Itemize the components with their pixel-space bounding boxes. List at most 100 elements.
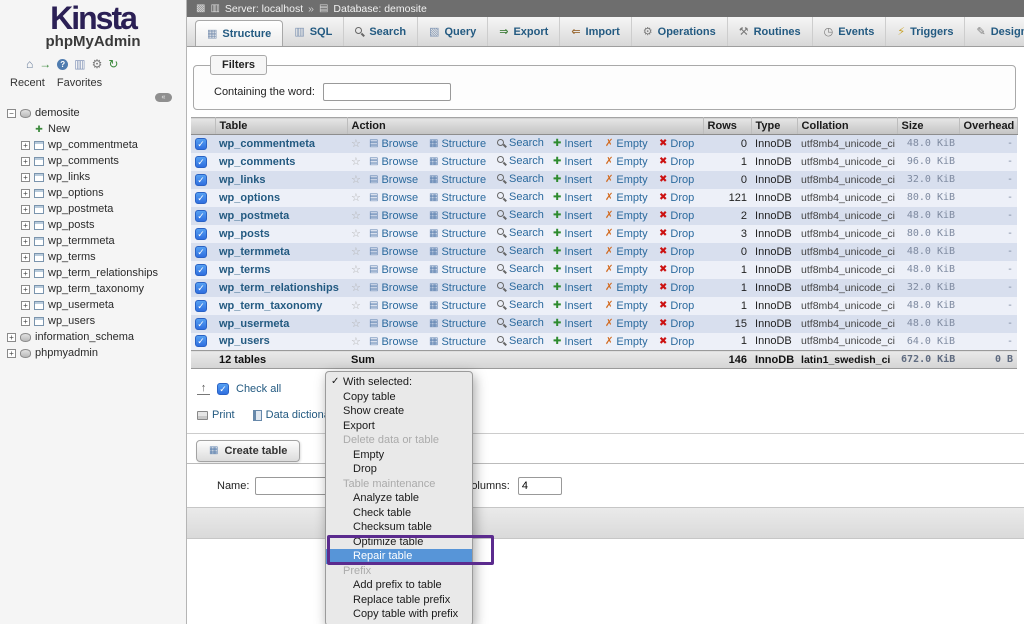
action-insert-link[interactable]: ✚Insert (553, 138, 592, 150)
table-name-link[interactable]: wp_terms (219, 264, 270, 276)
tree-item-wp-comments[interactable]: +wp_comments (0, 153, 186, 169)
expand-icon[interactable]: + (21, 189, 30, 198)
row-checkbox[interactable]: ✓ (195, 335, 207, 347)
action-drop-link[interactable]: ✖Drop (659, 192, 694, 204)
row-checkbox[interactable]: ✓ (195, 228, 207, 240)
row-checkbox[interactable]: ✓ (195, 138, 207, 150)
action-structure-link[interactable]: ▦Structure (429, 138, 486, 150)
action-structure-link[interactable]: ▦Structure (429, 210, 486, 222)
favorite-star-icon[interactable]: ☆ (351, 318, 361, 330)
tree-item-wp-links[interactable]: +wp_links (0, 169, 186, 185)
table-name-link[interactable]: wp_commentmeta (219, 138, 315, 150)
expand-icon[interactable]: + (21, 221, 30, 230)
recent-link[interactable]: Recent (10, 77, 45, 89)
col-header-rows[interactable]: Rows (703, 118, 751, 135)
action-insert-link[interactable]: ✚Insert (553, 210, 592, 222)
action-browse-link[interactable]: ▤Browse (369, 246, 418, 258)
favorites-link[interactable]: Favorites (57, 77, 102, 89)
action-structure-link[interactable]: ▦Structure (429, 282, 486, 294)
action-browse-link[interactable]: ▤Browse (369, 336, 418, 348)
menu-item-analyze-table[interactable]: Analyze table (326, 491, 472, 506)
row-checkbox[interactable]: ✓ (195, 282, 207, 294)
action-structure-link[interactable]: ▦Structure (429, 336, 486, 348)
action-empty-link[interactable]: ✗Empty (605, 138, 648, 150)
help-icon[interactable]: ? (57, 59, 68, 70)
row-checkbox[interactable]: ✓ (195, 264, 207, 276)
action-empty-link[interactable]: ✗Empty (605, 300, 648, 312)
table-name-link[interactable]: wp_posts (219, 228, 270, 240)
action-insert-link[interactable]: ✚Insert (553, 336, 592, 348)
favorite-star-icon[interactable]: ☆ (351, 156, 361, 168)
col-header-size[interactable]: Size (897, 118, 959, 135)
favorite-star-icon[interactable]: ☆ (351, 246, 361, 258)
action-search-link[interactable]: Search (497, 335, 544, 347)
tab-operations[interactable]: ⚙Operations (632, 17, 728, 46)
favorite-star-icon[interactable]: ☆ (351, 300, 361, 312)
tab-export[interactable]: ⇒Export (488, 17, 560, 46)
tab-sql[interactable]: ▥SQL (283, 17, 344, 46)
menu-item-check-table[interactable]: Check table (326, 506, 472, 521)
menu-item-with-selected[interactable]: ✓With selected: (326, 375, 472, 390)
tab-query[interactable]: ▧Query (418, 17, 488, 46)
col-header-table[interactable]: Table (215, 118, 347, 135)
tab-import[interactable]: ⇐Import (560, 17, 631, 46)
menu-item-optimize-table[interactable]: Optimize table (326, 535, 472, 550)
favorite-star-icon[interactable]: ☆ (351, 192, 361, 204)
col-header-type[interactable]: Type (751, 118, 797, 135)
expand-icon[interactable]: + (21, 157, 30, 166)
menu-item-empty[interactable]: Empty (326, 448, 472, 463)
tree-item-wp-posts[interactable]: +wp_posts (0, 217, 186, 233)
action-browse-link[interactable]: ▤Browse (369, 264, 418, 276)
action-structure-link[interactable]: ▦Structure (429, 246, 486, 258)
action-drop-link[interactable]: ✖Drop (659, 264, 694, 276)
action-search-link[interactable]: Search (497, 155, 544, 167)
check-all-checkbox[interactable]: ✓ (217, 383, 229, 395)
row-checkbox[interactable]: ✓ (195, 318, 207, 330)
action-browse-link[interactable]: ▤Browse (369, 156, 418, 168)
action-drop-link[interactable]: ✖Drop (659, 282, 694, 294)
tree-item-wp-postmeta[interactable]: +wp_postmeta (0, 201, 186, 217)
action-insert-link[interactable]: ✚Insert (553, 156, 592, 168)
action-browse-link[interactable]: ▤Browse (369, 282, 418, 294)
action-insert-link[interactable]: ✚Insert (553, 282, 592, 294)
action-browse-link[interactable]: ▤Browse (369, 174, 418, 186)
tab-structure[interactable]: ▦Structure (195, 20, 283, 46)
action-search-link[interactable]: Search (497, 281, 544, 293)
menu-item-export[interactable]: Export (326, 419, 472, 434)
table-name-link[interactable]: wp_term_relationships (219, 282, 339, 294)
menu-item-copy-table[interactable]: Copy table (326, 390, 472, 405)
menu-item-drop[interactable]: Drop (326, 462, 472, 477)
action-search-link[interactable]: Search (497, 227, 544, 239)
console-icon[interactable]: ▩ (196, 3, 205, 14)
tree-item-wp-usermeta[interactable]: +wp_usermeta (0, 297, 186, 313)
menu-item-add-prefix-to-table[interactable]: Add prefix to table (326, 578, 472, 593)
expand-icon[interactable]: + (21, 285, 30, 294)
tree-item-phpmyadmin[interactable]: +phpmyadmin (0, 345, 186, 361)
expand-icon[interactable]: + (7, 333, 16, 342)
action-empty-link[interactable]: ✗Empty (605, 318, 648, 330)
tree-item-wp-term-taxonomy[interactable]: +wp_term_taxonomy (0, 281, 186, 297)
create-table-button[interactable]: ▦ Create table (196, 440, 300, 462)
col-header-collation[interactable]: Collation (797, 118, 897, 135)
panel-collapse-control[interactable]: « (155, 93, 172, 102)
action-search-link[interactable]: Search (497, 245, 544, 257)
action-empty-link[interactable]: ✗Empty (605, 156, 648, 168)
menu-item-show-create[interactable]: Show create (326, 404, 472, 419)
row-checkbox[interactable]: ✓ (195, 210, 207, 222)
action-empty-link[interactable]: ✗Empty (605, 210, 648, 222)
tree-item-wp-termmeta[interactable]: +wp_termmeta (0, 233, 186, 249)
action-empty-link[interactable]: ✗Empty (605, 336, 648, 348)
expand-icon[interactable]: + (21, 253, 30, 262)
row-checkbox[interactable]: ✓ (195, 174, 207, 186)
action-structure-link[interactable]: ▦Structure (429, 264, 486, 276)
tab-events[interactable]: ◷Events (813, 17, 887, 46)
tree-item-wp-options[interactable]: +wp_options (0, 185, 186, 201)
action-structure-link[interactable]: ▦Structure (429, 228, 486, 240)
action-search-link[interactable]: Search (497, 317, 544, 329)
table-name-link[interactable]: wp_termmeta (219, 246, 290, 258)
action-search-link[interactable]: Search (497, 263, 544, 275)
book-icon[interactable]: ▥ (74, 58, 85, 70)
columns-count-input[interactable] (518, 477, 562, 495)
favorite-star-icon[interactable]: ☆ (351, 264, 361, 276)
action-drop-link[interactable]: ✖Drop (659, 228, 694, 240)
